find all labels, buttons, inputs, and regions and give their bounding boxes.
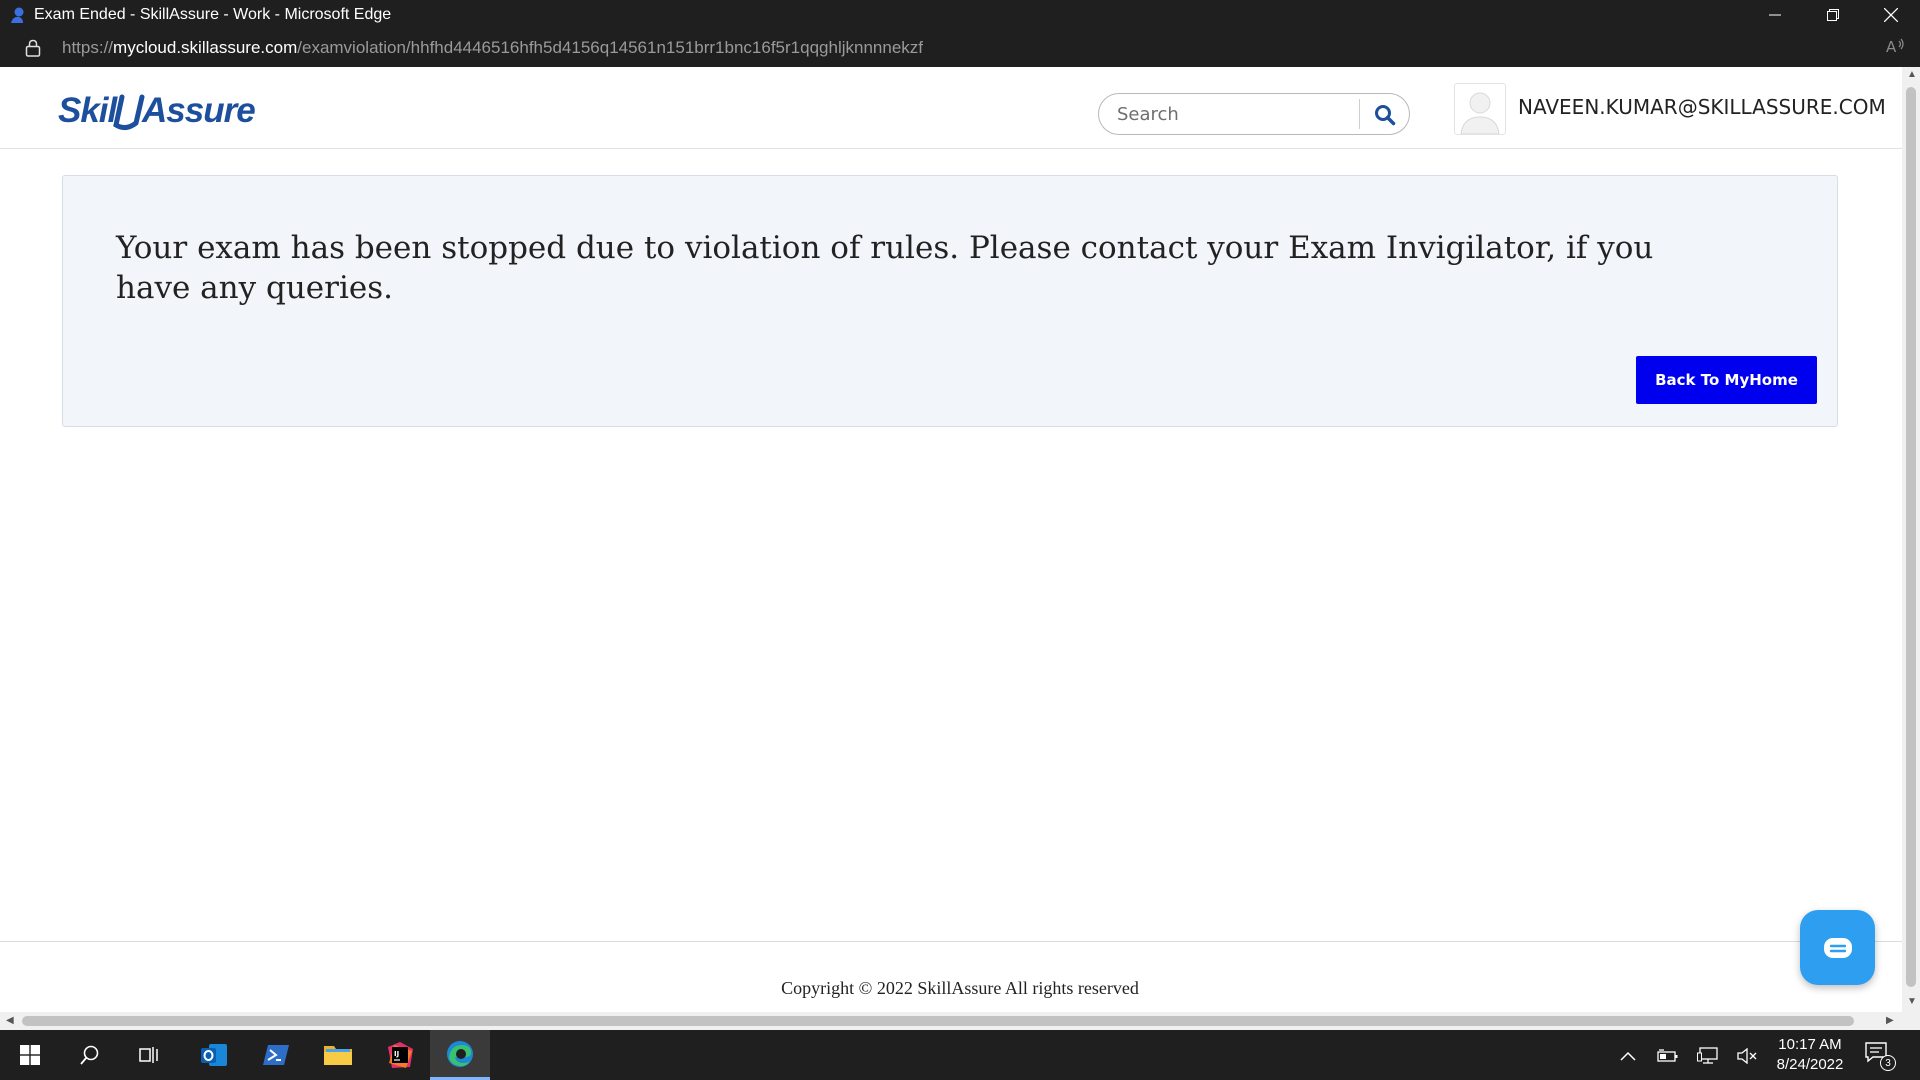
page-viewport: Skil Assure NAVEEN.KUMAR@SKILLASSURE.COM… (0, 67, 1902, 1012)
violation-message: Your exam has been stopped due to violat… (116, 230, 1654, 306)
horizontal-scroll-thumb[interactable] (22, 1016, 1854, 1026)
intellij-icon[interactable]: IJ (372, 1030, 428, 1080)
chat-icon (1823, 937, 1852, 958)
network-icon[interactable] (1696, 1044, 1720, 1068)
skillassure-logo[interactable]: Skil Assure (56, 89, 266, 133)
horizontal-scrollbar[interactable]: ◀ ▶ (0, 1012, 1902, 1030)
copyright-text: Copyright © 2022 SkillAssure All rights … (781, 978, 1139, 998)
windows-taskbar: IJ 10:17 AM 8/24/2022 3 (0, 1030, 1920, 1080)
violation-card: Your exam has been stopped due to violat… (62, 175, 1838, 427)
avatar[interactable] (1454, 83, 1506, 135)
search-divider (1359, 99, 1360, 129)
outlook-icon[interactable] (186, 1030, 242, 1080)
window-controls (1746, 0, 1920, 29)
svg-text:Skil: Skil (58, 91, 119, 130)
clock-date: 8/24/2022 (1776, 1056, 1844, 1073)
scroll-down-icon[interactable]: ▼ (1907, 996, 1917, 1007)
read-aloud-icon[interactable]: A (1886, 37, 1906, 60)
lock-icon[interactable] (24, 38, 42, 58)
show-hidden-icons-icon[interactable] (1616, 1044, 1640, 1068)
svg-text:IJ: IJ (394, 1050, 399, 1058)
window-title-bar: Exam Ended - SkillAssure - Work - Micros… (0, 0, 1920, 29)
search-icon[interactable] (1367, 100, 1403, 130)
site-header: Skil Assure NAVEEN.KUMAR@SKILLASSURE.COM (0, 67, 1902, 149)
scroll-right-icon[interactable]: ▶ (1886, 1015, 1894, 1026)
window-title: Exam Ended - SkillAssure - Work - Micros… (34, 5, 392, 23)
taskbar-search-icon[interactable] (62, 1030, 118, 1080)
back-to-myhome-button[interactable]: Back To MyHome (1636, 356, 1817, 404)
svg-text:Assure: Assure (141, 91, 255, 130)
scroll-left-icon[interactable]: ◀ (6, 1015, 14, 1026)
edge-profile-icon[interactable] (6, 4, 28, 26)
task-view-icon[interactable] (122, 1030, 178, 1080)
file-explorer-icon[interactable] (310, 1030, 366, 1080)
windows-start-icon[interactable] (2, 1030, 58, 1080)
notification-count-badge: 3 (1880, 1055, 1896, 1071)
close-icon[interactable] (1862, 0, 1920, 29)
chat-widget-button[interactable] (1800, 910, 1875, 985)
vertical-scroll-thumb[interactable] (1906, 87, 1916, 987)
notification-center-icon[interactable]: 3 (1864, 1041, 1896, 1071)
vertical-scrollbar[interactable]: ▲ ▼ (1902, 67, 1920, 1012)
battery-icon[interactable] (1656, 1044, 1680, 1068)
url-text[interactable]: https://mycloud.skillassure.com/examviol… (62, 38, 923, 58)
scrollbar-corner (1902, 1012, 1920, 1030)
url-host: mycloud.skillassure.com (113, 38, 298, 57)
restore-icon[interactable] (1804, 0, 1862, 29)
svg-text:A: A (1886, 38, 1897, 55)
site-footer: Copyright © 2022 SkillAssure All rights … (0, 941, 1902, 1011)
minimize-icon[interactable] (1746, 0, 1804, 29)
clock-time: 10:17 AM (1778, 1036, 1842, 1053)
powershell-icon[interactable] (248, 1030, 304, 1080)
address-bar: https://mycloud.skillassure.com/examviol… (0, 29, 1920, 67)
system-clock[interactable]: 10:17 AM 8/24/2022 (1770, 1035, 1850, 1075)
user-email[interactable]: NAVEEN.KUMAR@SKILLASSURE.COM (1518, 95, 1886, 119)
url-path: /examviolation/hhfhd4446516hfh5d4156q145… (297, 38, 923, 57)
url-scheme: https:// (62, 38, 114, 57)
volume-muted-icon[interactable] (1736, 1044, 1760, 1068)
search-input[interactable] (1117, 102, 1357, 126)
scroll-up-icon[interactable]: ▲ (1907, 69, 1917, 80)
edge-icon[interactable] (430, 1030, 490, 1080)
search-box (1098, 93, 1410, 135)
